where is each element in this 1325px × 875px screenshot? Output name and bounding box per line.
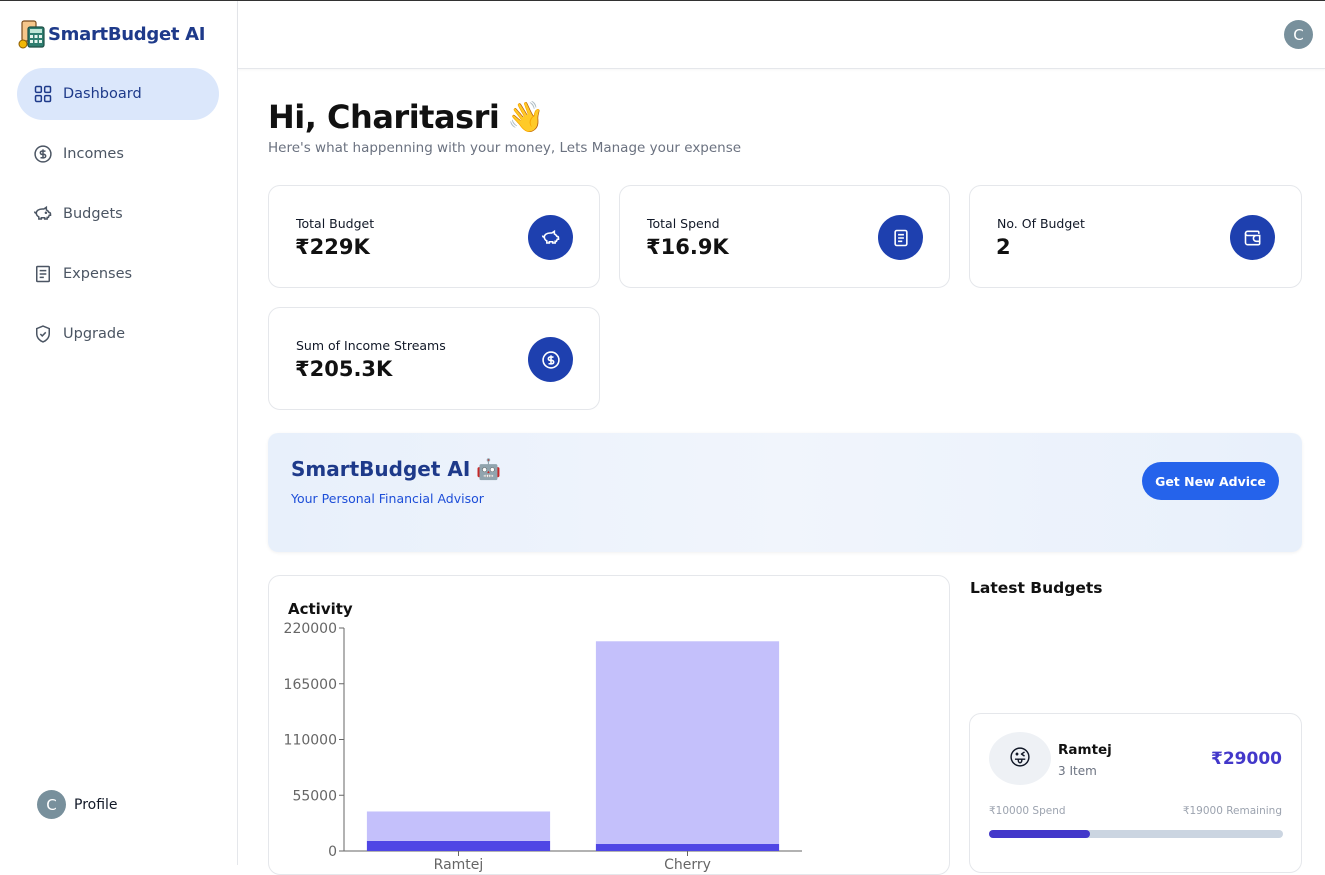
page-subtitle: Here's what happenning with your money, … <box>268 140 742 156</box>
stat-value: ₹205.3K <box>295 357 393 381</box>
budget-remaining: ₹19000 Remaining <box>1182 805 1282 817</box>
profile-link[interactable]: C Profile <box>37 790 118 819</box>
dollar-circle-icon <box>541 350 560 369</box>
budget-name: Ramtej <box>1058 742 1112 758</box>
sidebar-item-dashboard[interactable]: Dashboard <box>17 68 219 120</box>
stat-label: Total Spend <box>647 216 720 231</box>
budget-emoji-icon: 😜 <box>989 732 1051 785</box>
piggy-bank-icon <box>33 205 52 220</box>
waving-hand-icon: 👋 <box>507 99 545 135</box>
piggy-bank-icon <box>541 229 559 244</box>
bar-ramtej-segment-0 <box>366 840 551 851</box>
y-tick-label: 0 <box>328 844 337 860</box>
stat-icon-badge <box>878 215 923 260</box>
budget-progress-track <box>989 830 1283 838</box>
stat-card-total-spend: Total Spend ₹16.9K <box>619 185 950 288</box>
budget-progress-fill <box>989 830 1091 838</box>
sidebar-item-label: Incomes <box>63 146 124 162</box>
stat-card-total-budget: Total Budget ₹229K <box>268 185 600 288</box>
y-tick-label: 55000 <box>292 788 337 804</box>
y-tick-label: 110000 <box>284 733 337 749</box>
shield-check-icon <box>36 325 50 343</box>
advisor-title-text: SmartBudget AI <box>291 457 471 481</box>
y-tick-label: 165000 <box>284 677 337 693</box>
bar-ramtej-segment-1 <box>366 811 551 841</box>
stat-value: ₹229K <box>295 235 370 259</box>
top-bar: C <box>238 1 1325 69</box>
stat-card-no-of-budget: No. Of Budget 2 <box>969 185 1302 288</box>
activity-bar-chart: 0 55000 110000 165000 220000 Ramtej Cherry <box>284 621 802 873</box>
wallet-icon <box>1244 230 1260 245</box>
sidebar-item-upgrade[interactable]: Upgrade <box>17 308 219 360</box>
grid-icon <box>34 85 52 103</box>
sidebar: SmartBudget AI Dashboard Incomes Budgets… <box>0 1 238 865</box>
budget-amount: ₹29000 <box>1211 749 1282 769</box>
app-name: SmartBudget AI <box>48 23 206 45</box>
stat-value: 2 <box>996 235 1011 259</box>
bar-cherry-segment-1 <box>595 641 780 845</box>
receipt-icon <box>893 229 908 246</box>
y-tick-label: 220000 <box>284 621 337 637</box>
greeting-text: Hi, Charitasri <box>268 98 500 136</box>
x-tick-label: Cherry <box>664 857 711 873</box>
advisor-subtitle: Your Personal Financial Advisor <box>291 491 484 506</box>
stat-card-income-streams: Sum of Income Streams ₹205.3K <box>268 307 600 410</box>
sidebar-item-label: Expenses <box>63 266 133 282</box>
bar-cherry-segment-0 <box>595 844 780 851</box>
sidebar-item-label: Upgrade <box>63 326 125 342</box>
advisor-title: SmartBudget AI 🤖 <box>291 457 501 481</box>
stat-value: ₹16.9K <box>646 235 729 259</box>
budget-item-count: 3 Item <box>1058 764 1097 778</box>
user-avatar-button[interactable]: C <box>1284 20 1313 49</box>
calculator-logo-icon <box>18 20 45 49</box>
stat-label: Sum of Income Streams <box>296 338 446 353</box>
brand[interactable]: SmartBudget AI <box>18 19 205 49</box>
dollar-circle-icon <box>34 145 52 163</box>
profile-label: Profile <box>74 796 118 813</box>
x-tick-label: Ramtej <box>434 857 484 873</box>
receipt-icon <box>36 265 50 283</box>
sidebar-item-budgets[interactable]: Budgets <box>17 188 219 240</box>
sidebar-item-label: Budgets <box>63 206 123 222</box>
avatar: C <box>37 790 66 819</box>
stat-label: No. Of Budget <box>997 216 1085 231</box>
ai-advisor-panel: SmartBudget AI 🤖 Your Personal Financial… <box>268 433 1302 552</box>
budget-spend: ₹10000 Spend <box>989 805 1066 817</box>
sidebar-nav: Dashboard Incomes Budgets Expenses Upgra… <box>17 68 219 368</box>
stat-icon-badge <box>1230 215 1275 260</box>
stat-icon-badge <box>528 215 573 260</box>
stat-icon-badge <box>528 337 573 382</box>
sidebar-item-incomes[interactable]: Incomes <box>17 128 219 180</box>
get-new-advice-button[interactable]: Get New Advice <box>1142 462 1279 500</box>
sidebar-item-expenses[interactable]: Expenses <box>17 248 219 300</box>
activity-chart-card: Activity 0 55000 110000 165000 220000 Ramtej C… <box>268 575 950 875</box>
page-title: Hi, Charitasri 👋 <box>268 98 545 136</box>
stat-label: Total Budget <box>296 216 375 231</box>
budget-card-ramtej[interactable]: 😜 Ramtej 3 Item ₹29000 ₹10000 Spend ₹190… <box>969 713 1302 873</box>
latest-budgets-title: Latest Budgets <box>970 579 1103 597</box>
sidebar-item-label: Dashboard <box>63 86 142 102</box>
robot-icon: 🤖 <box>476 457 502 481</box>
